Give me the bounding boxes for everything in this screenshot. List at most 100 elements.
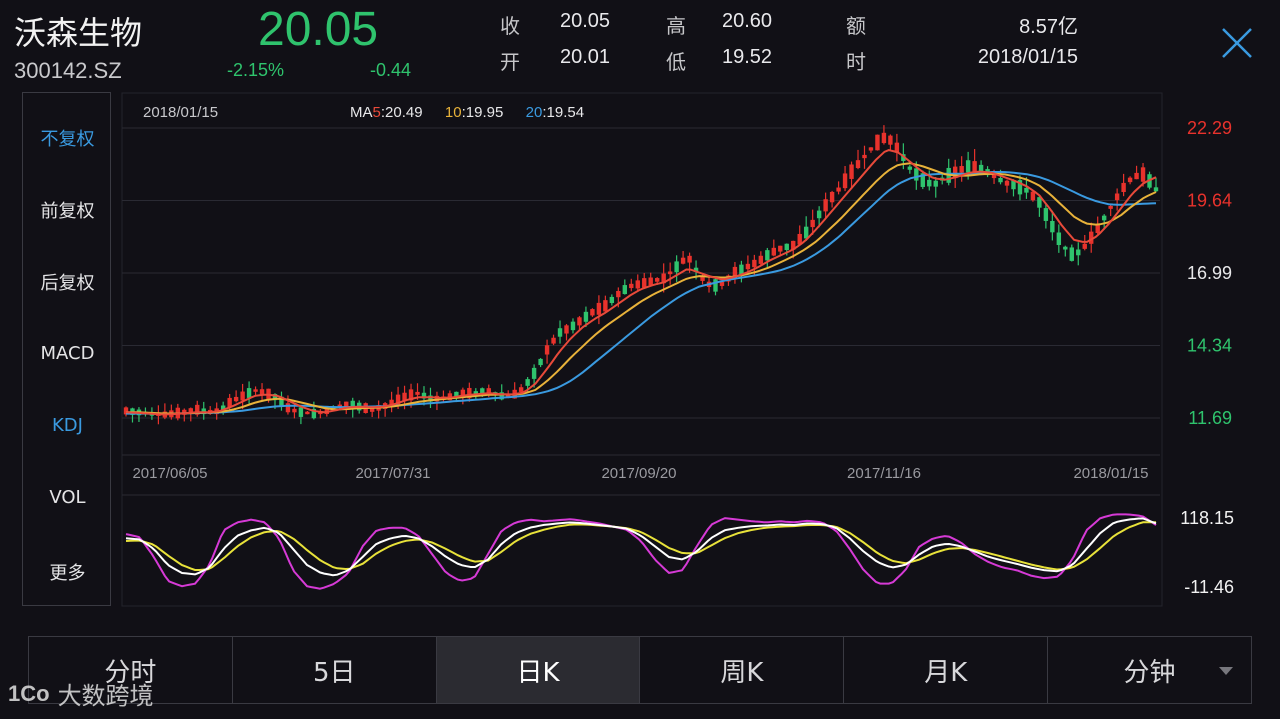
- ma-prefix: MA: [350, 104, 373, 121]
- tab-weekly-k[interactable]: 周K: [640, 637, 845, 703]
- candlestick: [829, 190, 835, 208]
- price-axis-tick: 14.34: [1187, 336, 1232, 356]
- candlestick: [765, 247, 770, 269]
- macd-option[interactable]: MACD: [23, 343, 112, 364]
- candlestick: [674, 255, 679, 282]
- kdj-d-line: [125, 521, 1156, 571]
- price-axis-tick: 22.29: [1187, 118, 1232, 138]
- candlestick: [635, 274, 640, 291]
- candle-body: [778, 245, 783, 252]
- candle-body: [1127, 177, 1133, 183]
- ma5-line: [125, 149, 1157, 416]
- candlestick: [376, 400, 381, 419]
- candle-body: [965, 160, 971, 173]
- candlestick: [771, 239, 776, 257]
- candle-body: [771, 247, 776, 256]
- candlestick: [875, 134, 880, 151]
- candlestick: [680, 251, 686, 265]
- chart-frame: [121, 92, 1163, 607]
- kdj-option[interactable]: KDJ: [23, 415, 112, 436]
- ma20-line: [126, 171, 1157, 415]
- candlestick: [642, 272, 647, 289]
- candle-body: [1082, 243, 1087, 249]
- period-tabs: 分时 5日 日K 周K 月K 分钟: [28, 636, 1252, 704]
- candlestick: [421, 386, 427, 406]
- candle-body: [1056, 232, 1062, 246]
- candle-body: [1101, 215, 1107, 221]
- candlestick: [538, 358, 543, 368]
- candlestick: [544, 339, 550, 364]
- candle-body: [583, 311, 589, 322]
- date-axis-tick: 2017/07/31: [355, 465, 430, 482]
- candle-body: [1063, 246, 1068, 250]
- candle-body: [635, 280, 640, 289]
- kdj-axis-tick: 118.15: [1180, 508, 1234, 528]
- candlestick: [603, 295, 608, 313]
- tab-monthly-k[interactable]: 月K: [844, 637, 1049, 703]
- tab-minute[interactable]: 分钟: [1048, 637, 1251, 703]
- watermark: 1Co 大数跨境: [8, 676, 154, 711]
- candle-body: [1121, 182, 1126, 193]
- tab-minute-label: 分钟: [1123, 657, 1176, 688]
- no-adjust-option[interactable]: 不复权: [23, 125, 112, 151]
- tab-daily-k[interactable]: 日K: [436, 637, 641, 703]
- candlestick: [862, 145, 867, 169]
- candle-body: [674, 261, 679, 273]
- candle-body: [1134, 172, 1139, 180]
- candle-body: [564, 325, 569, 334]
- candle-body: [823, 199, 828, 212]
- candlestick: [888, 134, 893, 151]
- candlestick: [648, 272, 653, 286]
- candlestick: [1121, 173, 1126, 197]
- candlestick: [318, 409, 323, 419]
- candle-body: [927, 179, 932, 187]
- chart-date: 2018/01/15: [143, 104, 219, 121]
- candle-body: [667, 271, 673, 275]
- candle-body: [713, 279, 718, 292]
- candlestick: [959, 156, 964, 182]
- candlestick: [933, 176, 938, 198]
- ma5-label: 5: [372, 104, 381, 121]
- candle-body: [810, 219, 815, 228]
- candlestick: [201, 401, 206, 420]
- candlestick: [195, 400, 200, 417]
- candle-body: [687, 255, 692, 263]
- watermark-text: 大数跨境: [57, 682, 154, 710]
- candlestick: [609, 294, 615, 306]
- candle-body: [551, 337, 556, 344]
- candle-body: [752, 259, 757, 268]
- candlestick: [667, 262, 673, 285]
- vol-option[interactable]: VOL: [23, 487, 112, 508]
- candle-body: [642, 278, 647, 288]
- kline-chart[interactable]: 22.29 19.64 16.99 14.34 11.69 2017/06/05 2017/…: [0, 0, 1280, 630]
- candle-body: [680, 257, 686, 264]
- candlestick: [557, 320, 563, 344]
- candle-body: [959, 166, 964, 173]
- backward-adjust-option[interactable]: 后复权: [23, 269, 112, 295]
- candlestick: [1043, 204, 1049, 229]
- candlestick: [259, 383, 265, 402]
- candlestick: [162, 403, 168, 420]
- candlestick: [570, 318, 576, 334]
- candle-body: [829, 191, 835, 203]
- candle-body: [888, 135, 893, 145]
- candle-body: [292, 408, 297, 413]
- candle-body: [907, 166, 913, 170]
- candle-body: [285, 403, 291, 413]
- candle-body: [486, 388, 491, 393]
- ma10-label: 10: [444, 104, 462, 121]
- more-option[interactable]: 更多: [23, 559, 112, 585]
- forward-adjust-option[interactable]: 前复权: [23, 197, 112, 223]
- tab-5day[interactable]: 5日: [233, 637, 437, 703]
- candle-body: [1153, 187, 1159, 192]
- candle-body: [758, 255, 764, 264]
- candlestick: [739, 260, 744, 283]
- date-axis-tick: 2017/09/20: [601, 465, 676, 482]
- indicator-panel: 不复权 前复权 后复权 MACD KDJ VOL 更多: [22, 92, 111, 606]
- price-axis-tick: 11.69: [1188, 408, 1232, 428]
- ma5-value: :20.49: [380, 104, 423, 121]
- candlestick: [855, 149, 861, 170]
- candlestick: [1004, 179, 1010, 193]
- candlestick: [629, 278, 634, 292]
- candlestick: [842, 165, 848, 192]
